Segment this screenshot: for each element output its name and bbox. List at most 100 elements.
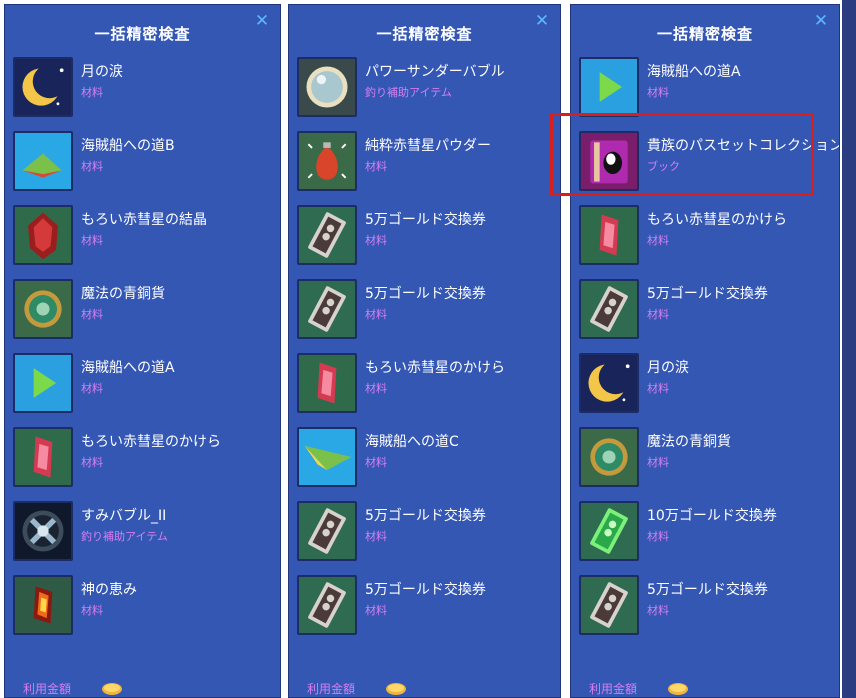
item-name: 海賊船への道A [647,64,741,80]
moon-icon [13,57,73,117]
list-item[interactable]: もろい赤彗星のかけら 材料 [579,205,829,269]
panel-title: 一括精密検査 [94,25,191,43]
item-name: もろい赤彗星のかけら [81,434,221,450]
list-item[interactable]: 海賊船への道B 材料 [13,131,263,195]
item-category: 材料 [647,604,669,617]
ink-bubble-icon [13,501,73,561]
highlight-box [550,113,814,196]
close-icon[interactable]: ✕ [534,13,550,30]
list-item[interactable]: 10万ゴールド交換券 材料 [579,501,829,565]
list-item[interactable]: もろい赤彗星の結晶 材料 [13,205,263,269]
panel-footer: 利用金額 [5,677,280,697]
list-item[interactable]: 5万ゴールド交換券 材料 [579,575,829,639]
item-category: 材料 [647,308,669,321]
item-name: すみバブル_II [81,508,167,524]
gold-ticket-icon [579,575,639,635]
item-name: 5万ゴールド交換券 [365,582,486,598]
item-category: 材料 [647,86,669,99]
list-item[interactable]: 5万ゴールド交換券 材料 [297,279,547,343]
bubble-icon [297,57,357,117]
item-category: 材料 [365,604,387,617]
item-category: 材料 [365,456,387,469]
gold-ticket-icon [297,575,357,635]
coin-icon [668,683,688,695]
item-name: 5万ゴールド交換券 [365,212,486,228]
list-item[interactable]: 5万ゴールド交換券 材料 [579,279,829,343]
bronze-coin-icon [579,427,639,487]
list-item[interactable]: 月の涙 材料 [579,353,829,417]
gold-ticket-icon [297,205,357,265]
item-category: 材料 [647,456,669,469]
list-item[interactable]: もろい赤彗星のかけら 材料 [13,427,263,491]
list-item[interactable]: もろい赤彗星のかけら 材料 [297,353,547,417]
usage-amount-label: 利用金額 [307,682,356,696]
red-crystal-icon [13,205,73,265]
gold-ticket-icon [579,279,639,339]
item-category: 材料 [81,86,103,99]
play-arrow-icon [579,57,639,117]
page-scrollbar[interactable] [842,0,856,698]
item-name: 5万ゴールド交換券 [365,508,486,524]
list-item[interactable]: 海賊船への道C 材料 [297,427,547,491]
item-name: もろい赤彗星の結晶 [81,212,207,228]
item-category: 材料 [365,382,387,395]
list-item[interactable]: パワーサンダーバブル 釣り補助アイテム [297,57,547,121]
list-item[interactable]: 純粋赤彗星パウダー 材料 [297,131,547,195]
item-category: 材料 [81,382,103,395]
inspection-panel-2: 一括精密検査 ✕ パワーサンダーバブル 釣り補助アイテム 純粋赤彗星パウダー 材… [288,4,561,698]
moon-icon [579,353,639,413]
close-icon[interactable]: ✕ [254,13,270,30]
item-name: もろい赤彗星のかけら [647,212,787,228]
coin-icon [102,683,122,695]
panel-footer: 利用金額 [571,677,839,697]
list-item[interactable]: 魔法の青銅貨 材料 [13,279,263,343]
item-name: 魔法の青銅貨 [647,434,731,450]
item-category: 材料 [365,160,387,173]
list-item[interactable]: 月の涙 材料 [13,57,263,121]
usage-amount-label: 利用金額 [589,682,638,696]
item-category: 材料 [81,604,103,617]
panel-footer: 利用金額 [289,677,560,697]
list-item[interactable]: 海賊船への道A 材料 [579,57,829,121]
list-item[interactable]: 魔法の青銅貨 材料 [579,427,829,491]
list-item[interactable]: 5万ゴールド交換券 材料 [297,501,547,565]
item-name: 5万ゴールド交換券 [647,582,768,598]
item-category: 材料 [647,234,669,247]
play-arrow-icon [13,353,73,413]
inspection-panel-1: 一括精密検査 ✕ 月の涙 材料 海賊船への道B 材料 もろい赤彗星の結晶 材料 … [4,4,281,698]
item-category: 材料 [647,382,669,395]
list-item[interactable]: 神の恵み 材料 [13,575,263,639]
item-category: 材料 [365,530,387,543]
panel-title: 一括精密検査 [376,25,473,43]
item-name: 10万ゴールド交換券 [647,508,777,524]
panel-title: 一括精密検査 [656,25,753,43]
item-name: 5万ゴールド交換券 [647,286,768,302]
gold-ticket-icon [297,501,357,561]
item-category: 釣り補助アイテム [365,86,452,99]
green-ticket-icon [579,501,639,561]
red-shard-icon [579,205,639,265]
map-fragment-icon [13,131,73,191]
item-category: 材料 [81,234,103,247]
list-item[interactable]: すみバブル_II 釣り補助アイテム [13,501,263,565]
item-category: 釣り補助アイテム [81,530,168,543]
item-category: 材料 [365,234,387,247]
red-shard-icon [297,353,357,413]
map-fragment-icon [297,427,357,487]
item-name: 魔法の青銅貨 [81,286,165,302]
list-item[interactable]: 5万ゴールド交換券 材料 [297,575,547,639]
blessing-icon [13,575,73,635]
red-shard-icon [13,427,73,487]
item-name: 純粋赤彗星パウダー [365,138,491,154]
close-icon[interactable]: ✕ [813,13,829,30]
item-category: 材料 [365,308,387,321]
item-category: 材料 [81,456,103,469]
item-name: 神の恵み [81,582,137,598]
item-name: 5万ゴールド交換券 [365,286,486,302]
list-item[interactable]: 5万ゴールド交換券 材料 [297,205,547,269]
powder-pouch-icon [297,131,357,191]
item-name: パワーサンダーバブル [365,64,505,80]
item-name: 海賊船への道B [81,138,175,154]
list-item[interactable]: 海賊船への道A 材料 [13,353,263,417]
bronze-coin-icon [13,279,73,339]
